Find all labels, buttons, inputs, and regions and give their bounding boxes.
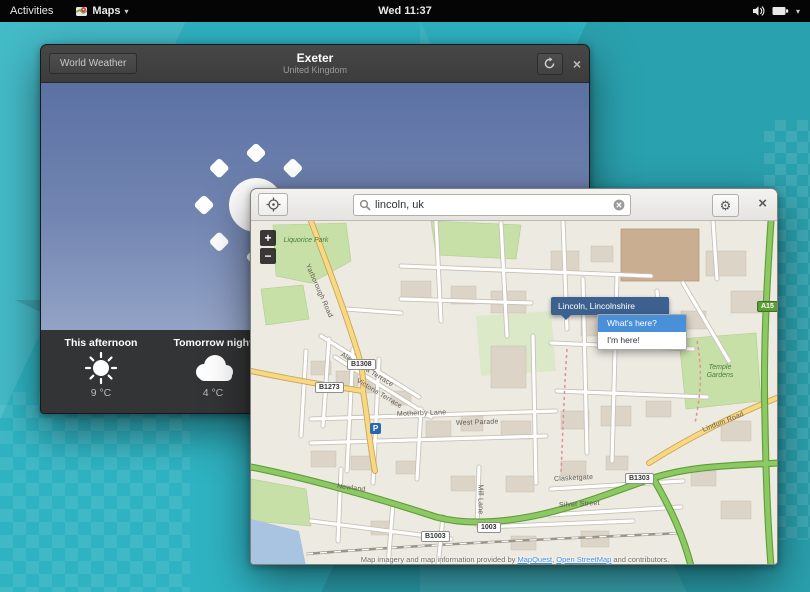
weather-close-button[interactable]: × [573, 57, 581, 71]
context-menu-item-im-here[interactable]: I'm here! [598, 332, 686, 349]
refresh-button[interactable] [537, 53, 563, 75]
maps-header-bar: ⚙ × [251, 189, 777, 221]
attribution-link-mapquest[interactable]: MapQuest [517, 555, 552, 564]
attribution-link-osm[interactable]: Open StreetMap [556, 555, 611, 564]
refresh-icon [543, 57, 556, 70]
sun-small-icon [81, 350, 121, 386]
map-attribution: Map imagery and map information provided… [251, 555, 778, 564]
attribution-text: and contributors. [611, 555, 669, 564]
zoom-in-button[interactable]: + [260, 230, 276, 246]
zoom-controls: + − [260, 230, 276, 264]
wallpaper-pattern [0, 392, 190, 592]
forecast-label: Tomorrow night [173, 337, 252, 349]
search-input[interactable] [375, 199, 609, 211]
map-context-menu: What's here? I'm here! [597, 314, 687, 350]
location-crosshair-icon [266, 197, 281, 212]
search-icon [359, 199, 371, 211]
clear-input-icon[interactable] [613, 199, 625, 211]
attribution-text: Map imagery and map information provided… [361, 555, 518, 564]
system-status-area[interactable]: ▾ [752, 0, 800, 22]
zoom-out-button[interactable]: − [260, 248, 276, 264]
chevron-down-icon: ▾ [796, 7, 800, 16]
forecast-temp: 4 °C [203, 387, 224, 399]
world-weather-button[interactable]: World Weather [49, 53, 137, 74]
clock[interactable]: Wed 11:37 [0, 5, 810, 17]
map-view[interactable]: Liquorice Park Temple Gardens Yarborough… [251, 221, 778, 565]
bubble-pointer [561, 315, 571, 325]
settings-button[interactable]: ⚙ [712, 194, 739, 217]
weather-header-bar: World Weather Exeter United Kingdom × [41, 45, 589, 83]
maps-close-button[interactable]: × [758, 196, 767, 211]
map-canvas[interactable] [251, 221, 778, 565]
forecast-item: This afternoon 9 °C [45, 330, 157, 414]
battery-icon [772, 6, 789, 16]
gnome-top-bar: Activities Maps ▾ Wed 11:37 ▾ [0, 0, 810, 22]
forecast-temp: 9 °C [91, 387, 112, 399]
search-box [353, 194, 631, 216]
maps-window: ⚙ × [250, 188, 778, 565]
goto-location-button[interactable] [258, 193, 288, 216]
volume-icon [752, 5, 765, 17]
context-menu-item-whats-here[interactable]: What's here? [598, 315, 686, 332]
search-result-bubble[interactable]: Lincoln, Lincolnshire [551, 297, 669, 315]
cloud-icon [188, 352, 238, 384]
forecast-label: This afternoon [65, 337, 138, 349]
